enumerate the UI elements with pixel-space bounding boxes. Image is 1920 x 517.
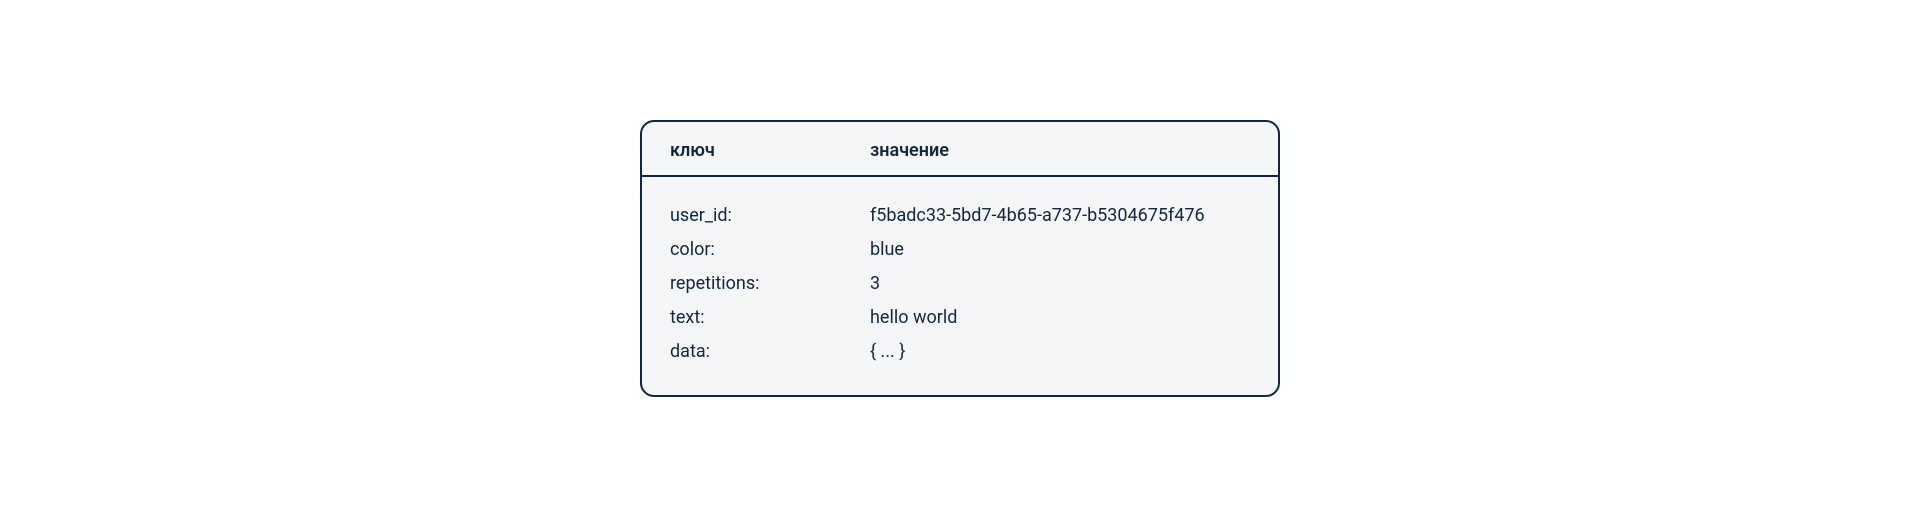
table-row: data: { ... } <box>670 335 1250 369</box>
row-key: text: <box>670 301 870 335</box>
header-value-column: значение <box>870 140 1250 161</box>
row-key: data: <box>670 335 870 369</box>
table-row: color: blue <box>670 233 1250 267</box>
table-row: user_id: f5badc33-5bd7-4b65-a737-b530467… <box>670 199 1250 233</box>
table-row: text: hello world <box>670 301 1250 335</box>
table-row: repetitions: 3 <box>670 267 1250 301</box>
row-value: blue <box>870 233 1250 267</box>
row-value: { ... } <box>870 335 1250 369</box>
row-value: hello world <box>870 301 1250 335</box>
row-value: f5badc33-5bd7-4b65-a737-b5304675f476 <box>870 199 1250 233</box>
kv-table-body: user_id: f5badc33-5bd7-4b65-a737-b530467… <box>642 177 1278 396</box>
row-value: 3 <box>870 267 1250 301</box>
row-key: repetitions: <box>670 267 870 301</box>
kv-table-header: ключ значение <box>642 122 1278 177</box>
row-key: user_id: <box>670 199 870 233</box>
header-key-column: ключ <box>670 140 870 161</box>
kv-table-card: ключ значение user_id: f5badc33-5bd7-4b6… <box>640 120 1280 398</box>
row-key: color: <box>670 233 870 267</box>
